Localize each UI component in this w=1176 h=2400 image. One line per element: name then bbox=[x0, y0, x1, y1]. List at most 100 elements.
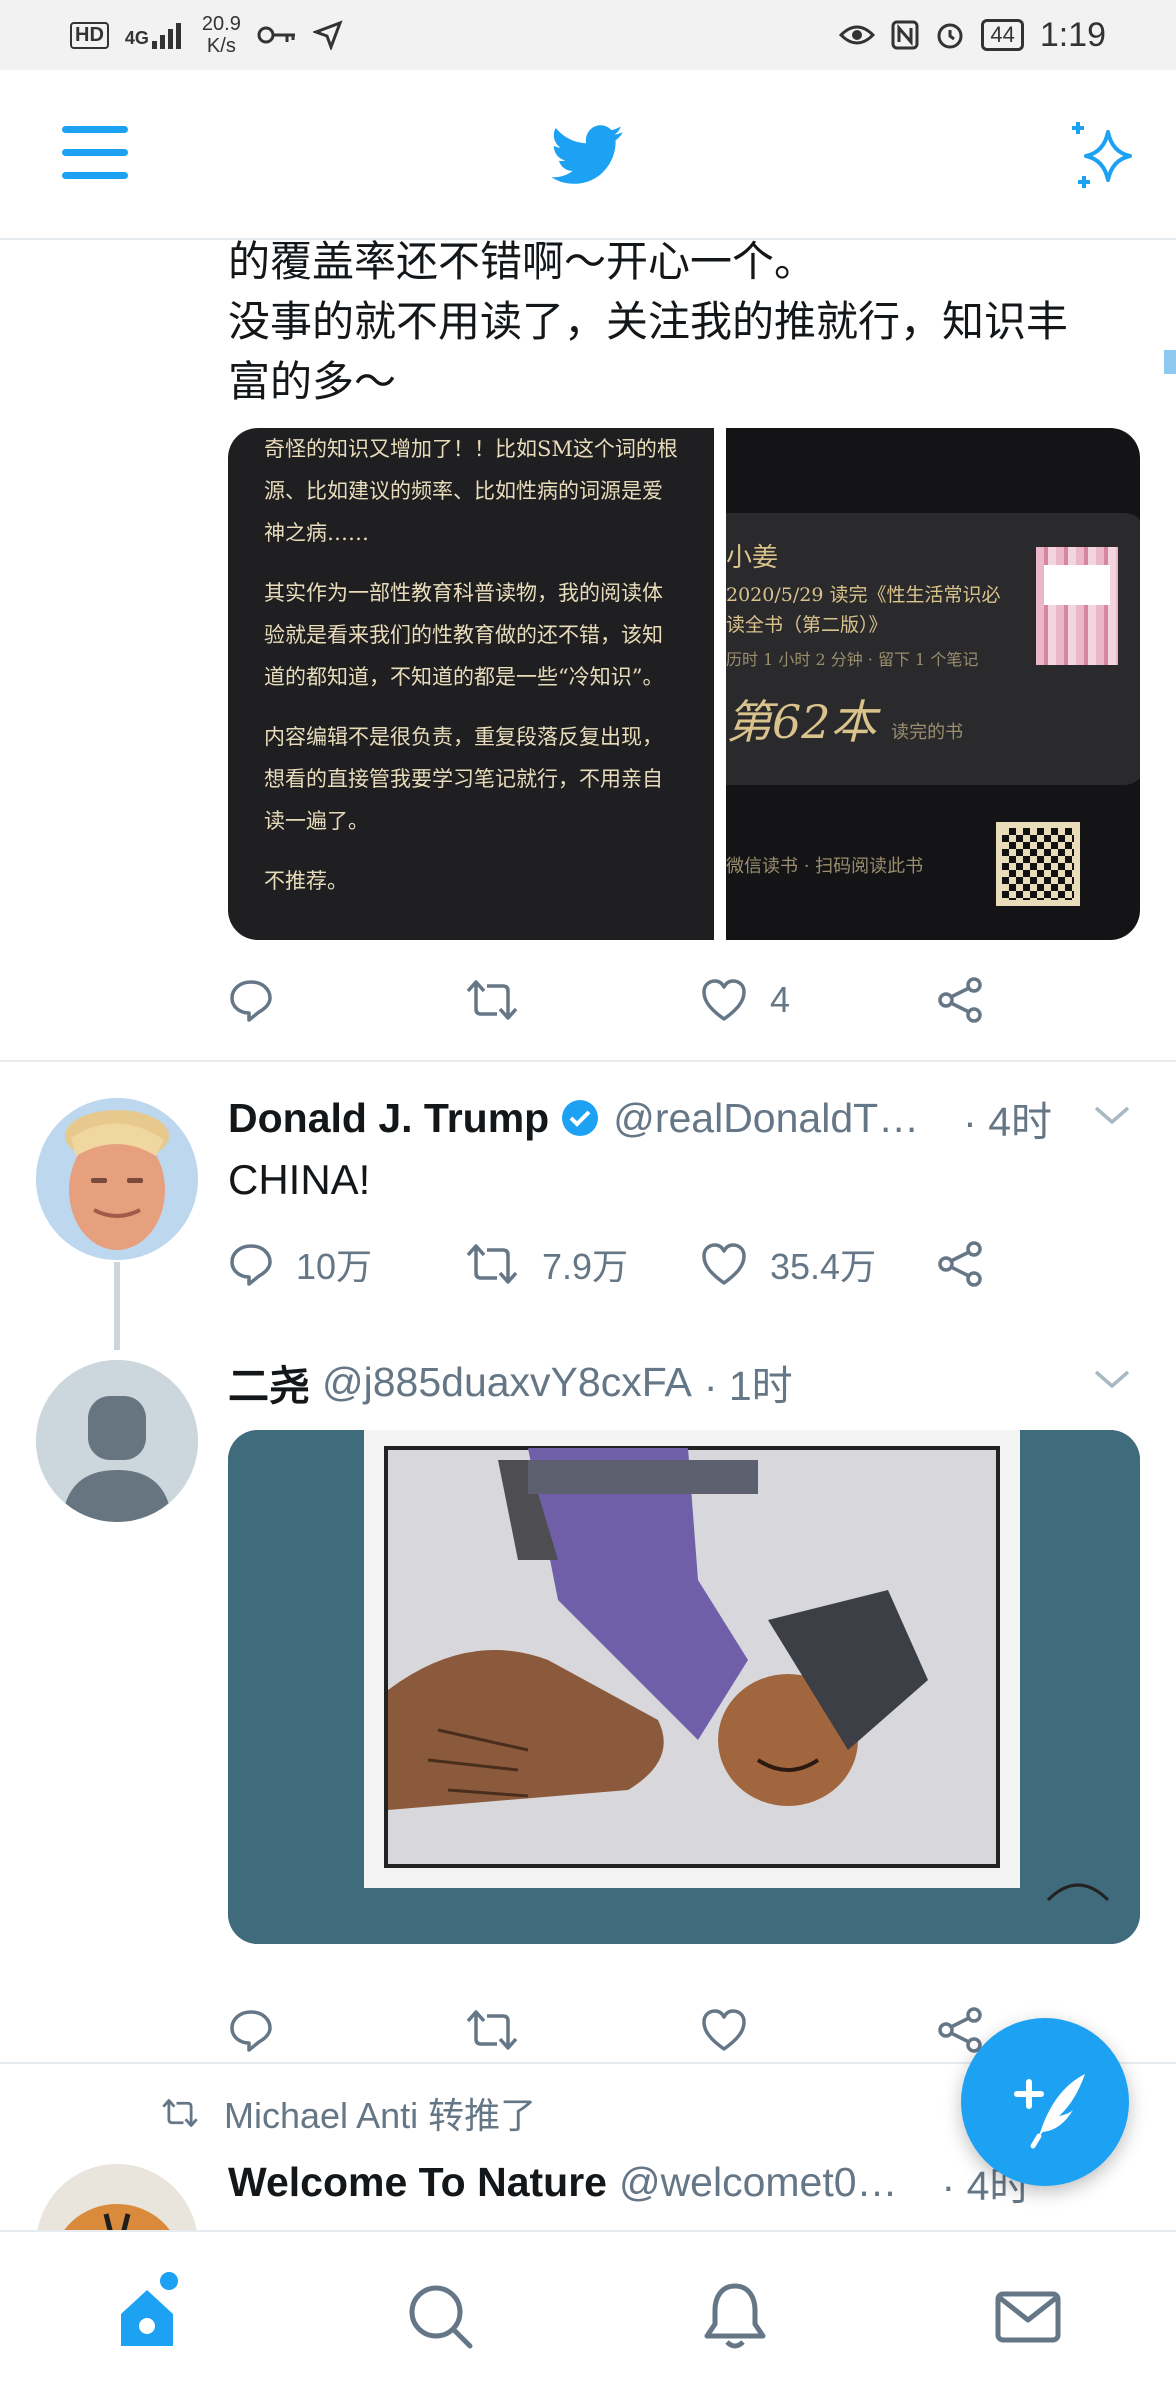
heart-icon bbox=[702, 979, 746, 1021]
avatar[interactable] bbox=[36, 1098, 198, 1260]
home-notification-dot bbox=[160, 2272, 178, 2290]
chevron-down-icon[interactable] bbox=[1092, 1366, 1132, 1392]
default-avatar[interactable] bbox=[36, 1360, 198, 1522]
compose-tweet-button[interactable] bbox=[961, 2018, 1129, 2186]
tweet-header: 二尧 @j885duaxvY8cxFA · 1时 bbox=[228, 1352, 793, 1412]
wechat-footer: 微信读书 · 扫码阅读此书 bbox=[726, 856, 924, 877]
media-paragraph: 不推荐。 bbox=[264, 869, 348, 893]
tweet-header: Donald J. Trump @realDonaldT… · 4时 bbox=[228, 1088, 1052, 1148]
thread-connector bbox=[114, 1262, 120, 1350]
battery-indicator: 44 bbox=[981, 19, 1024, 51]
tweet-text-line: 富的多～ bbox=[228, 358, 397, 405]
compose-tweet-icon bbox=[1014, 2074, 1085, 2149]
signal-type: 4G bbox=[124, 28, 149, 48]
share-button[interactable] bbox=[936, 977, 984, 1023]
retweet-context: Michael Anti 转推了 bbox=[160, 2087, 536, 2139]
nav-home[interactable] bbox=[107, 2276, 187, 2356]
reply-icon bbox=[230, 2010, 272, 2052]
share-button[interactable] bbox=[936, 1241, 984, 1287]
location-arrow-icon bbox=[312, 20, 343, 50]
default-profile-icon bbox=[36, 1360, 198, 1522]
bottom-navigation bbox=[0, 2230, 1176, 2400]
retweet-icon bbox=[466, 980, 518, 1020]
alarm-icon bbox=[937, 23, 963, 49]
tweet-header: Welcome To Nature @welcomet0… · 4时 bbox=[228, 2152, 1030, 2212]
retweet-count: 7.9万 bbox=[542, 1246, 629, 1287]
tweet-actions bbox=[228, 2000, 988, 2060]
heart-icon bbox=[702, 1243, 746, 1285]
messages-icon bbox=[995, 2291, 1061, 2343]
network-speed: 20.9 K/s bbox=[202, 13, 241, 57]
retweeted-by[interactable]: Michael Anti 转推了 bbox=[224, 2087, 536, 2139]
book-cover bbox=[1036, 547, 1118, 665]
chevron-down-icon[interactable] bbox=[1092, 1102, 1132, 1128]
like-count: 4 bbox=[770, 979, 791, 1020]
tweet-divider bbox=[0, 1060, 1176, 1062]
author-handle[interactable]: @realDonaldT… bbox=[613, 1095, 919, 1142]
reply-icon bbox=[230, 980, 272, 1022]
reply-button[interactable] bbox=[228, 977, 464, 1023]
reply-button[interactable] bbox=[228, 2007, 464, 2053]
author-handle[interactable]: @welcomet0… bbox=[619, 2159, 898, 2206]
retweet-button[interactable]: 7.9万 bbox=[464, 1238, 700, 1290]
tweet-time: · 4时 bbox=[963, 1099, 1053, 1145]
hamburger-menu-icon[interactable] bbox=[62, 126, 128, 182]
book-count-value: 第62本 bbox=[726, 695, 877, 749]
media-image-right[interactable]: 小姜 2020/5/29 读完《性生活常识必 读全书（第二版）》 历时 1 小时… bbox=[726, 428, 1140, 940]
status-bar: HD 4G 20.9 K/s 44 1:19 bbox=[0, 0, 1176, 70]
tweet-text: CHINA! bbox=[228, 1156, 371, 1203]
tweet-body: 的覆盖率还不错啊～开心一个。 没事的就不用读了，关注我的推就行，知识丰 富的多～ bbox=[228, 240, 1068, 412]
cartoon-illustration bbox=[228, 1430, 1140, 1944]
media-paragraph: 奇怪的知识又增加了！！比如SM这个词的根源、比如建议的频率、比如性病的词源是爱神… bbox=[264, 437, 678, 545]
media-image-left[interactable]: 奇怪的知识又增加了！！比如SM这个词的根源、比如建议的频率、比如性病的词源是爱神… bbox=[228, 428, 714, 940]
speed-unit: K/s bbox=[206, 35, 236, 57]
retweet-icon bbox=[466, 1244, 518, 1284]
tweet-actions: 10万 7.9万 35.4万 bbox=[228, 1234, 988, 1294]
retweet-icon bbox=[466, 2010, 518, 2050]
scrollbar-thumb[interactable] bbox=[1164, 350, 1176, 374]
tweet-media-grid[interactable]: 奇怪的知识又增加了！！比如SM这个词的根源、比如建议的频率、比如性病的词源是爱神… bbox=[228, 428, 1140, 940]
media-paragraph: 内容编辑不是很负责，重复段落反复出现，想看的直接管我要学习笔记就行，不用亲自读一… bbox=[264, 725, 663, 833]
share-icon bbox=[938, 1241, 982, 1287]
search-icon bbox=[409, 2285, 473, 2349]
signal-icon: 4G bbox=[125, 21, 186, 49]
verified-badge-icon bbox=[562, 1100, 599, 1136]
twitter-bird-icon[interactable] bbox=[552, 125, 624, 185]
reply-count: 10万 bbox=[296, 1246, 373, 1287]
retweet-button[interactable] bbox=[464, 2007, 700, 2053]
tweet-media-image[interactable] bbox=[228, 1430, 1140, 1944]
nfc-icon bbox=[891, 20, 919, 50]
like-button[interactable]: 4 bbox=[700, 977, 936, 1023]
nav-search[interactable] bbox=[400, 2276, 480, 2356]
retweet-button[interactable] bbox=[464, 977, 700, 1023]
author-handle[interactable]: @j885duaxvY8cxFA bbox=[322, 1359, 692, 1406]
key-icon bbox=[257, 26, 295, 44]
status-bar-left: HD 4G 20.9 K/s bbox=[70, 13, 343, 57]
heart-icon bbox=[702, 2009, 746, 2051]
clock: 1:19 bbox=[1039, 15, 1106, 54]
media-paragraph: 其实作为一部性教育科普读物，我的阅读体验就是看来我们的性教育做的还不错，该知道的… bbox=[264, 581, 664, 689]
author-name[interactable]: 二尧 bbox=[228, 1352, 310, 1412]
book-count: 第62本 读完的书 bbox=[726, 686, 1140, 752]
reply-button[interactable]: 10万 bbox=[228, 1238, 464, 1290]
share-icon bbox=[938, 977, 982, 1023]
retweet-small-icon bbox=[162, 2099, 198, 2127]
qr-code bbox=[996, 822, 1080, 906]
book-count-suffix: 读完的书 bbox=[891, 722, 964, 743]
nav-notifications[interactable] bbox=[695, 2276, 775, 2356]
status-bar-right: 44 1:19 bbox=[839, 16, 1106, 55]
nav-messages[interactable] bbox=[988, 2276, 1068, 2356]
timeline-feed[interactable]: 的覆盖率还不错啊～开心一个。 没事的就不用读了，关注我的推就行，知识丰 富的多～… bbox=[0, 240, 1176, 2230]
avatar-photo bbox=[36, 1098, 198, 1260]
avatar[interactable] bbox=[36, 2164, 198, 2230]
author-name[interactable]: Welcome To Nature bbox=[228, 2159, 607, 2206]
home-icon bbox=[121, 2290, 173, 2346]
reply-icon bbox=[230, 1244, 272, 1286]
notifications-icon bbox=[704, 2283, 766, 2349]
reading-card: 小姜 2020/5/29 读完《性生活常识必 读全书（第二版）》 历时 1 小时… bbox=[726, 513, 1140, 785]
sparkle-icon[interactable] bbox=[1068, 118, 1144, 194]
like-count: 35.4万 bbox=[770, 1246, 877, 1287]
like-button[interactable]: 35.4万 bbox=[700, 1238, 936, 1290]
author-name[interactable]: Donald J. Trump bbox=[228, 1095, 549, 1142]
like-button[interactable] bbox=[700, 2007, 936, 2053]
